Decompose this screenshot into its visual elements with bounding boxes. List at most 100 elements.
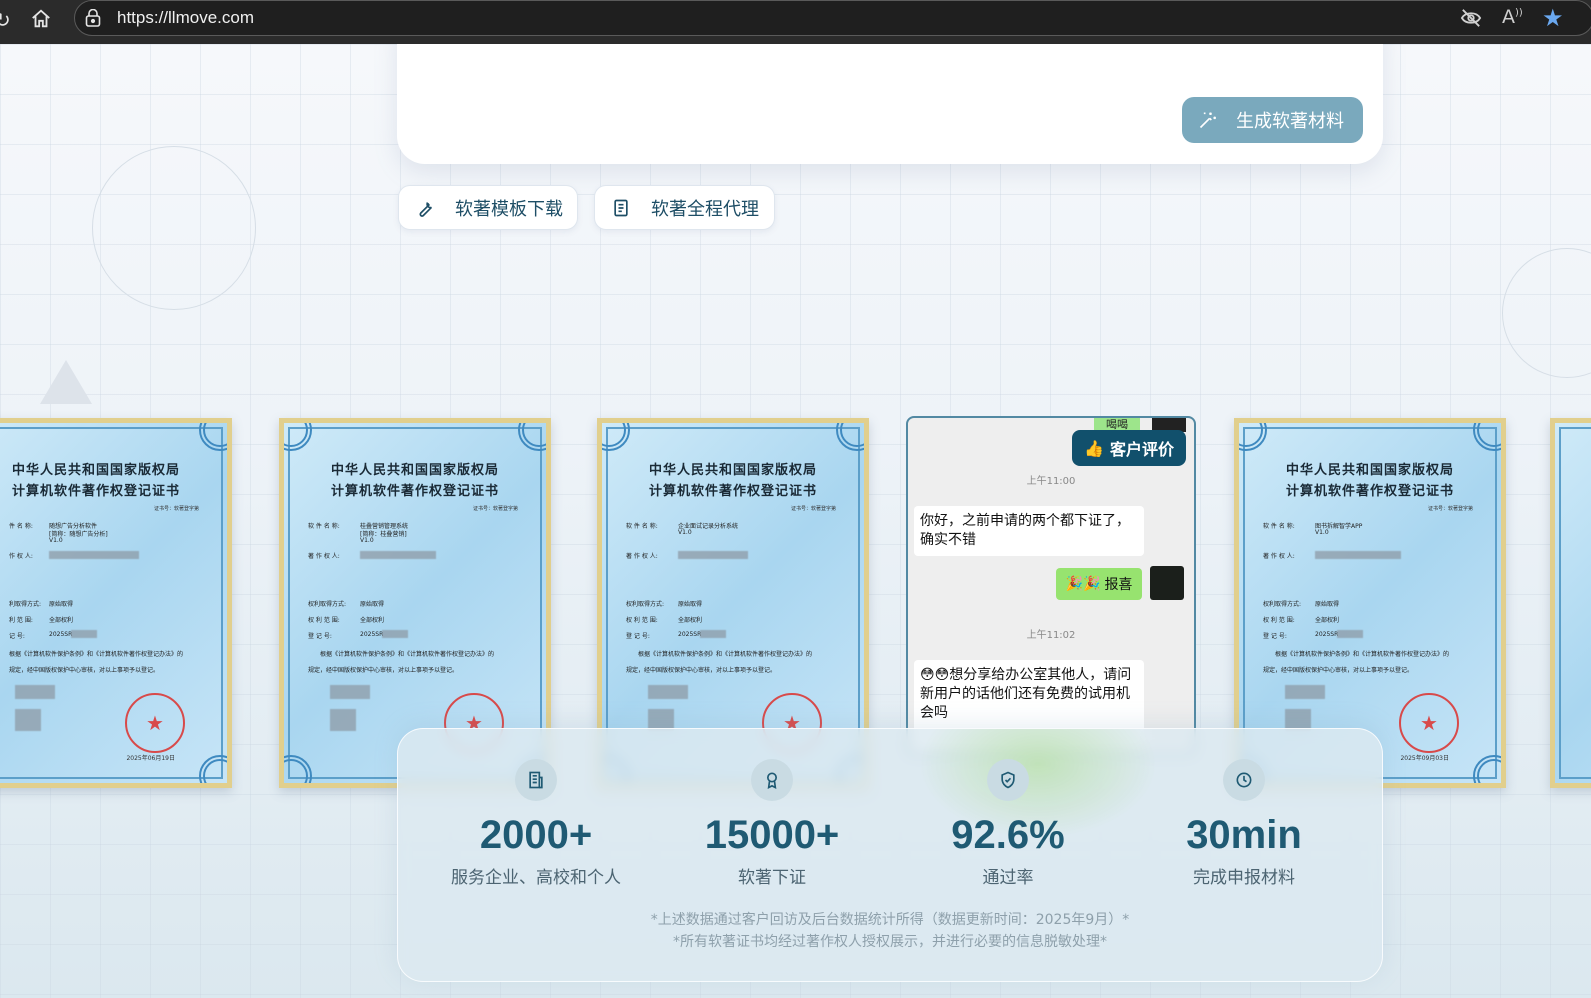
stat-certificates: 15000+ 软著下证 xyxy=(654,759,890,888)
thumbs-up-icon: 👍 xyxy=(1084,438,1104,458)
lock-icon[interactable] xyxy=(85,8,101,27)
decor-triangle xyxy=(40,360,92,404)
scope-label: 权 利 范 围: xyxy=(308,617,340,624)
redacted-block xyxy=(648,685,688,699)
scope-label: 权 利 范 围: xyxy=(626,617,658,624)
scope-label: 权 利 范 围: xyxy=(1263,617,1295,624)
owner-label: 著 作 权 人: xyxy=(308,553,340,560)
eye-off-icon[interactable] xyxy=(1460,8,1482,33)
certificate-subtitle: 计算机软件著作权登记证书 xyxy=(1285,484,1454,499)
stat-pass-rate: 92.6% 通过率 xyxy=(890,759,1126,888)
customer-review-card[interactable]: 喝喝 👍 客户评价 上午11:00 你好，之前申请的两个都下证了，确实不错 🎉🎉… xyxy=(906,416,1196,756)
scope-value: 全部权利 xyxy=(678,617,703,624)
stat-clients: 2000+ 服务企业、高校和个人 xyxy=(418,759,654,888)
full-agency-label: 软著全程代理 xyxy=(651,198,759,220)
refresh-icon[interactable]: ↻ xyxy=(0,8,11,32)
certificate-number: 证书号：软著登字第 xyxy=(790,506,836,512)
redacted-block xyxy=(15,709,41,731)
redacted-owner xyxy=(360,551,436,559)
method-label: 权利取得方式: xyxy=(1263,601,1302,608)
avatar xyxy=(1150,566,1184,600)
law-text: 根据《计算机软件保护条例》和《计算机软件著作权登记办法》的 xyxy=(9,651,184,658)
redacted-block xyxy=(15,685,55,699)
firecracker-icon: 🎉🎉 xyxy=(1065,576,1101,592)
certificate-number: 证书号：软著登字第 xyxy=(1427,506,1473,512)
certificate-subtitle: 计算机软件著作权登记证书 xyxy=(330,484,499,499)
software-name-label: 软 件 名 称: xyxy=(308,523,340,530)
red-seal-stamp: ★ xyxy=(125,693,185,753)
certificate-date: 2025年09月03日 xyxy=(1400,755,1449,762)
redacted-block xyxy=(1285,685,1325,699)
method-label: 权利取得方式: xyxy=(626,601,665,608)
scope-value: 全部权利 xyxy=(360,617,385,624)
software-version: V1.0 xyxy=(49,537,63,544)
certificate-title: 中华人民共和国国家版权局 xyxy=(648,463,817,478)
magic-wand-icon xyxy=(1199,112,1216,129)
wrench-icon xyxy=(419,201,433,217)
stat-label: 服务企业、高校和个人 xyxy=(451,868,621,888)
software-version: V1.0 xyxy=(678,529,692,536)
certificate-card[interactable]: 中华人民共和国国家版权局 计算机软件著作权登记证书 证书号：软著登字第 件 名 … xyxy=(0,418,232,788)
building-icon xyxy=(515,759,557,801)
redacted-number xyxy=(71,630,97,638)
customer-review-badge: 👍 客户评价 xyxy=(1072,430,1186,466)
chat-timestamp: 上午11:02 xyxy=(1026,630,1076,641)
registration-value: 2025SR xyxy=(1315,631,1339,638)
certificate-title: 中华人民共和国国家版权局 xyxy=(1285,463,1454,478)
stat-value: 15000+ xyxy=(704,813,840,857)
certificate-title: 中华人民共和国国家版权局 xyxy=(330,463,499,478)
read-aloud-icon[interactable]: A)) xyxy=(1502,6,1523,28)
registration-label: 登 记 号: xyxy=(1263,633,1287,640)
input-panel: 生成软著材料 xyxy=(397,44,1383,164)
home-icon[interactable] xyxy=(30,8,52,35)
template-download-button[interactable]: 软著模板下载 xyxy=(398,185,578,230)
chat-message: 你好，之前申请的两个都下证了，确实不错 xyxy=(914,506,1144,556)
stat-label: 通过率 xyxy=(982,868,1034,888)
owner-label: 作 权 人: xyxy=(9,553,33,560)
url-text[interactable]: https://llmove.com xyxy=(117,8,254,28)
decor-circle xyxy=(92,146,256,310)
certificate-title: 中华人民共和国国家版权局 xyxy=(11,463,180,478)
stat-value: 2000+ xyxy=(479,813,593,857)
full-agency-button[interactable]: 软著全程代理 xyxy=(594,185,775,230)
data-source-note: *上述数据通过客户回访及后台数据统计所得（数据更新时间：2025年9月）* xyxy=(650,912,1130,928)
chat-message-self-text: 报喜 xyxy=(1104,577,1133,593)
browser-toolbar: ↻ https://llmove.com A)) ★ xyxy=(0,0,1591,44)
method-value: 原始取得 xyxy=(1315,601,1340,608)
law-text-2: 规定，经中国版权保护中心审核，对以上事项予以登记。 xyxy=(9,667,160,674)
page-content: 生成软著材料 软著模板下载 软著全程代理 中华人民共和国国家版权局 计算机软件著… xyxy=(0,44,1591,998)
redacted-block xyxy=(330,685,370,699)
address-bar[interactable]: https://llmove.com xyxy=(74,0,1591,36)
owner-label: 著 作 权 人: xyxy=(1263,553,1295,560)
stat-time: 30min 完成申报材料 xyxy=(1126,759,1362,888)
chat-message-self: 🎉🎉 报喜 xyxy=(1056,568,1142,600)
certificate-card[interactable] xyxy=(1550,418,1591,788)
document-icon xyxy=(614,199,628,216)
stat-label: 完成申报材料 xyxy=(1193,868,1295,888)
software-version: V1.0 xyxy=(360,537,374,544)
law-text: 根据《计算机软件保护条例》和《计算机软件著作权登记办法》的 xyxy=(1275,651,1450,658)
favorite-star-icon[interactable]: ★ xyxy=(1542,4,1564,32)
generate-materials-button[interactable]: 生成软著材料 xyxy=(1182,97,1363,143)
scope-label: 利 范 围: xyxy=(9,617,33,624)
red-seal-stamp: ★ xyxy=(1399,693,1459,753)
certificate-subtitle: 计算机软件著作权登记证书 xyxy=(11,484,180,499)
registration-label: 记 号: xyxy=(9,633,25,640)
redacted-block xyxy=(330,709,356,731)
law-text: 根据《计算机软件保护条例》和《计算机软件著作权登记办法》的 xyxy=(638,651,813,658)
certificate-border xyxy=(1559,427,1591,779)
law-text-2: 规定，经中国版权保护中心审核，对以上事项予以登记。 xyxy=(1263,667,1414,674)
registration-value: 2025SR xyxy=(49,631,73,638)
generate-materials-label: 生成软著材料 xyxy=(1236,111,1344,132)
stat-value: 92.6% xyxy=(951,813,1065,857)
method-value: 原始取得 xyxy=(678,601,703,608)
redacted-owner xyxy=(1315,551,1401,559)
template-download-label: 软著模板下载 xyxy=(455,198,563,220)
method-value: 原始取得 xyxy=(49,601,74,608)
stats-panel: 2000+ 服务企业、高校和个人 15000+ 软著下证 92.6% 通过率 3… xyxy=(397,728,1383,982)
clock-icon xyxy=(1223,759,1265,801)
method-value: 原始取得 xyxy=(360,601,385,608)
method-label: 利取得方式: xyxy=(9,601,42,608)
shield-check-icon xyxy=(987,759,1029,801)
owner-label: 著 作 权 人: xyxy=(626,553,658,560)
